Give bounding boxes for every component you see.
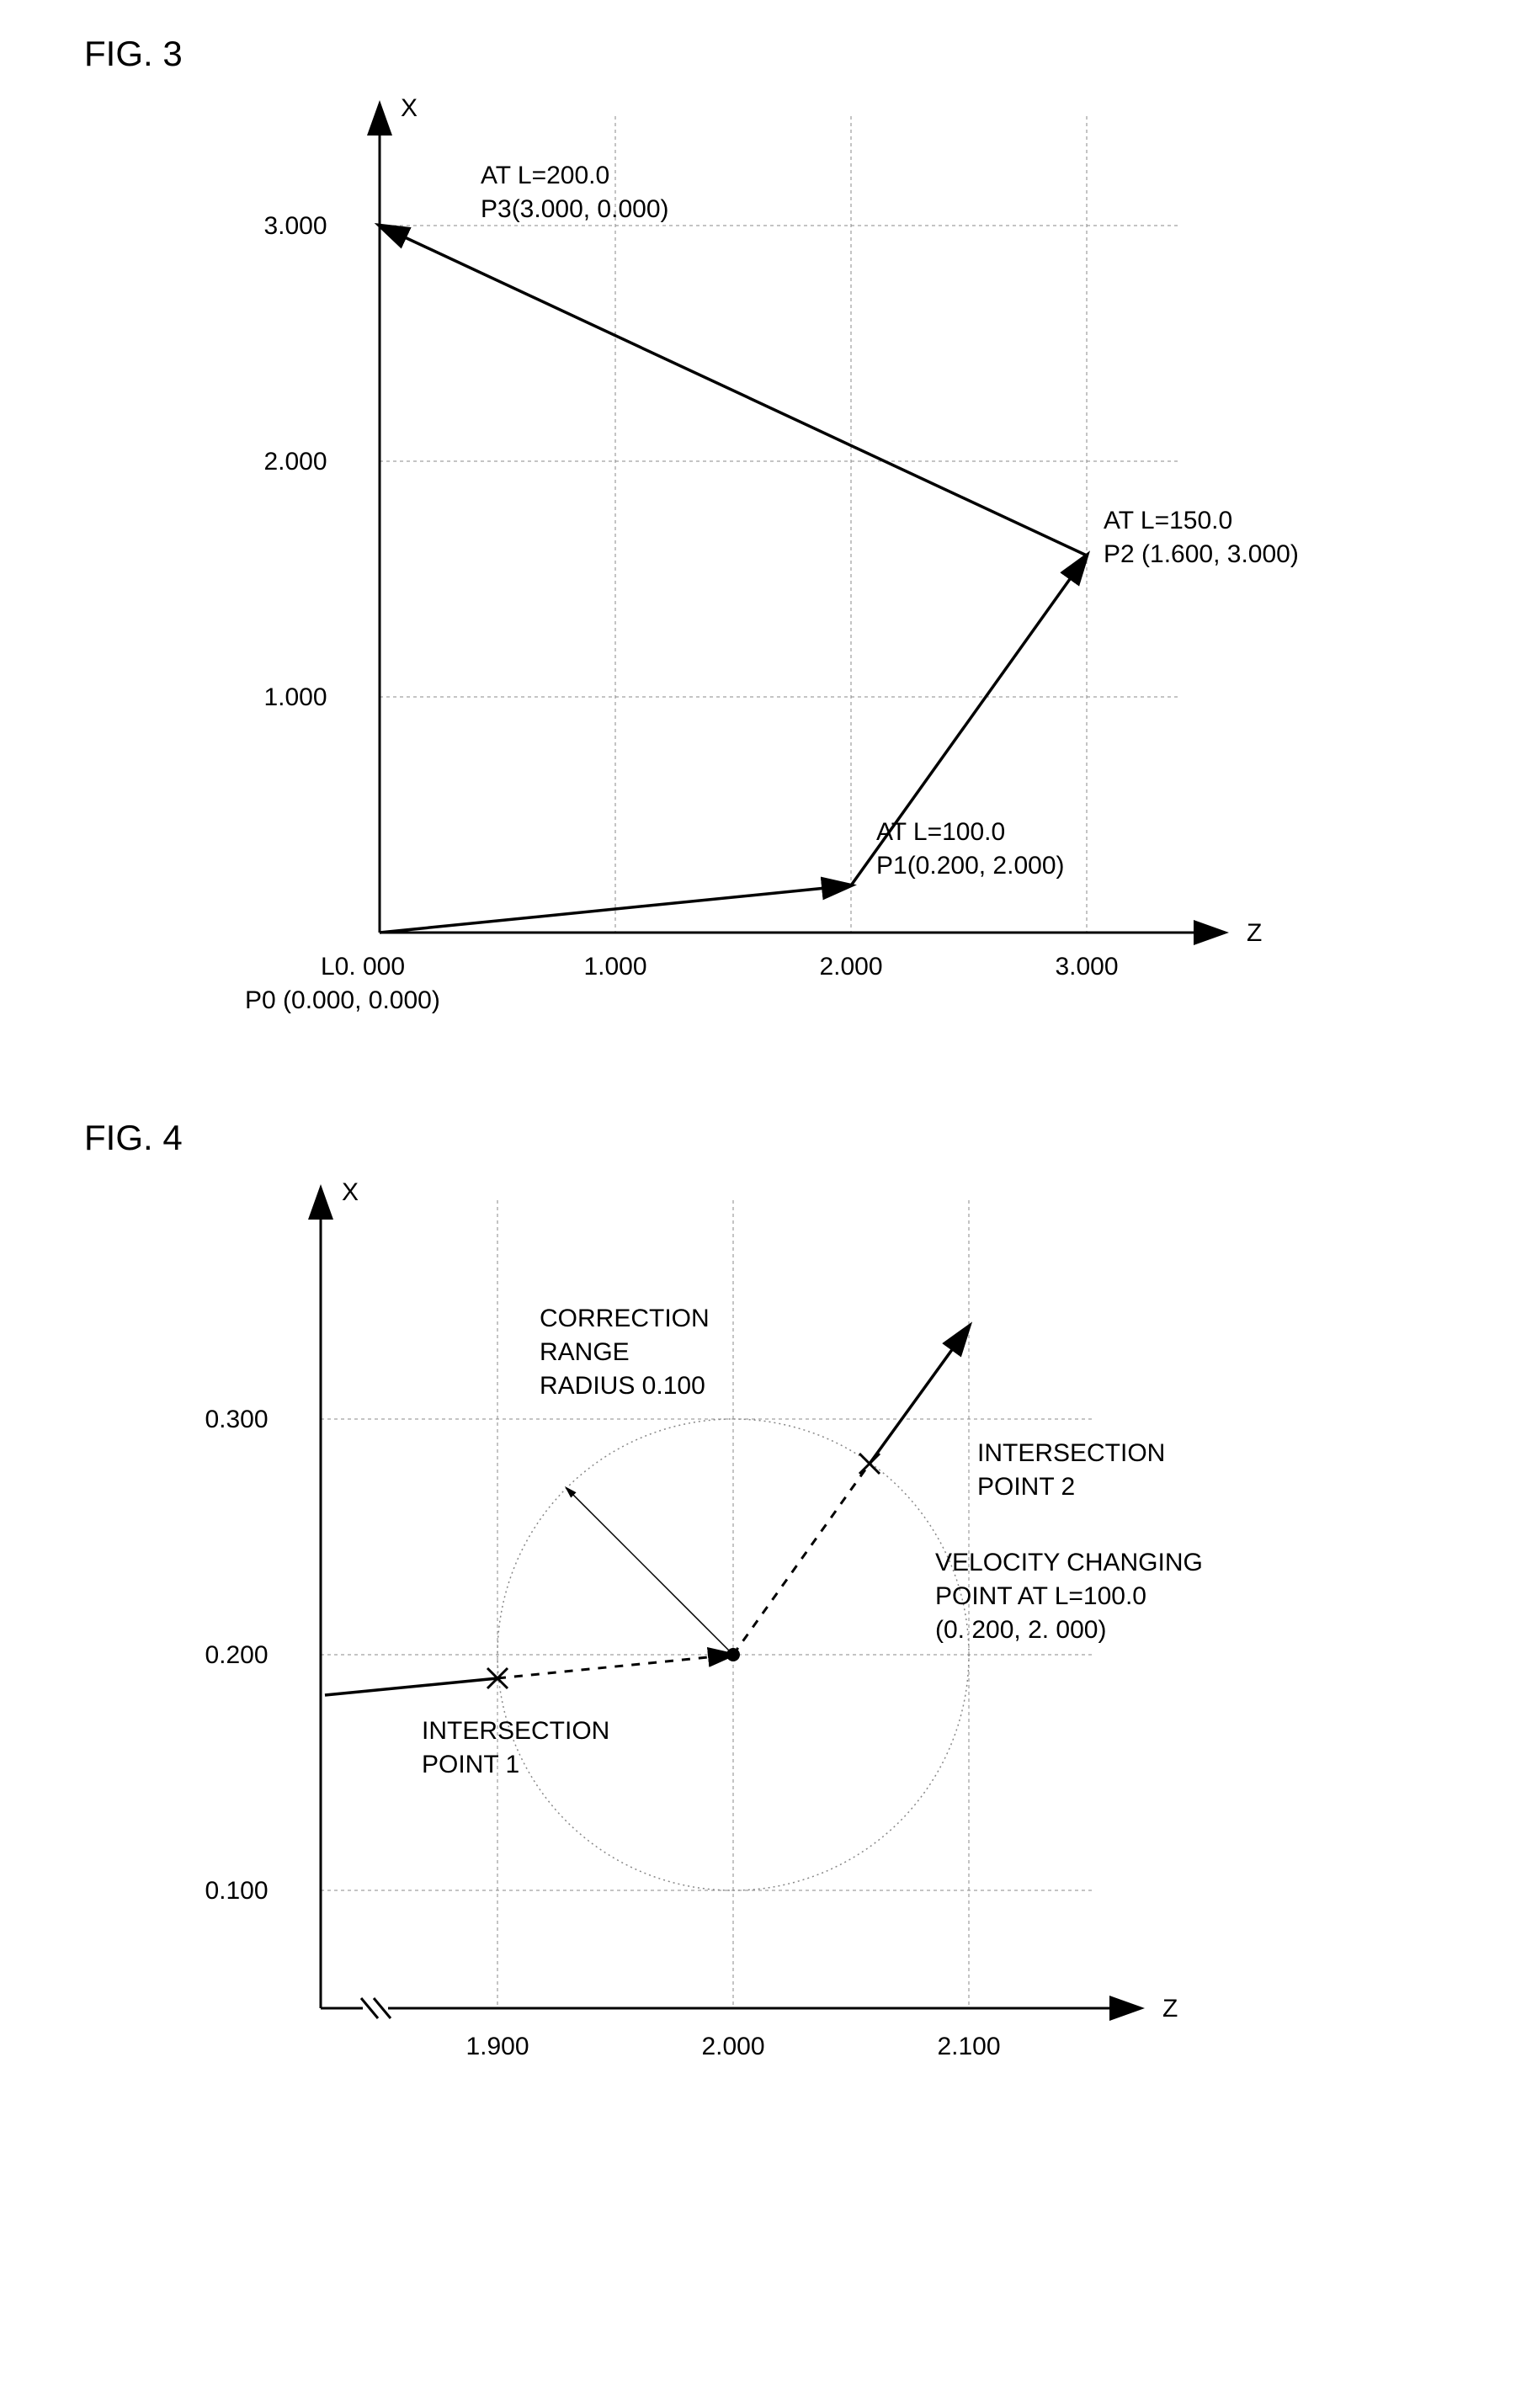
fig4-ztick-3: 2.100	[937, 2033, 1000, 2060]
fig4-ztick-2: 2.000	[701, 2033, 764, 2060]
seg-out-solid	[870, 1326, 969, 1464]
figure-4: FIG. 4	[34, 1118, 1482, 2134]
corr-label-1: CORRECTION	[540, 1305, 710, 1332]
seg-out-dashed	[733, 1464, 870, 1655]
fig3-xtick-3: 3.000	[263, 212, 327, 240]
fig3-p3-l: AT L=200.0	[481, 162, 609, 189]
ip1-a: INTERSECTION	[422, 1717, 609, 1745]
fig3-ztick-2: 2.000	[819, 953, 882, 981]
seg-in-dashed	[497, 1655, 733, 1678]
vc-2: POINT AT L=100.0	[935, 1582, 1146, 1610]
vc-1: VELOCITY CHANGING	[935, 1549, 1203, 1576]
figure-3: FIG. 3 X Z	[34, 34, 1482, 1050]
fig3-p0-l: L0. 000	[320, 953, 404, 981]
corr-label-3: RADIUS 0.100	[540, 1372, 705, 1400]
fig4-svg: X Z 0.100 0.200 0.300 1.900 2.000 2.100	[127, 1167, 1390, 2134]
fig3-p1-l: AT L=100.0	[876, 818, 1005, 846]
corr-label-2: RANGE	[540, 1338, 630, 1366]
fig4-xtick-1: 0.100	[205, 1877, 268, 1905]
fig4-xtick-2: 0.200	[205, 1641, 268, 1669]
fig4-label: FIG. 4	[84, 1118, 1482, 1158]
fig4-chart-wrap: X Z 0.100 0.200 0.300 1.900 2.000 2.100	[34, 1167, 1482, 2134]
vc-3: (0. 200, 2. 000)	[935, 1616, 1106, 1644]
fig3-x-axis-label: X	[401, 94, 418, 122]
fig3-p1: P1(0.200, 2.000)	[876, 852, 1065, 880]
fig3-svg: X Z 1.000 2.000 3.000 1.000 2.000 3.000 …	[169, 82, 1348, 1050]
ip2-b: POINT 2	[977, 1473, 1075, 1501]
fig3-xtick-2: 2.000	[263, 448, 327, 476]
fig4-z-axis-label: Z	[1162, 1995, 1178, 2023]
fig4-xtick-3: 0.300	[205, 1406, 268, 1433]
fig3-xtick-1: 1.000	[263, 683, 327, 711]
fig3-p3: P3(3.000, 0.000)	[481, 195, 669, 223]
fig4-x-axis-label: X	[342, 1178, 359, 1206]
seg-in-solid	[325, 1678, 497, 1695]
fig3-ztick-3: 3.000	[1055, 953, 1118, 981]
radius-arrow	[567, 1488, 733, 1655]
fig3-ztick-1: 1.000	[583, 953, 646, 981]
fig4-ztick-1: 1.900	[465, 2033, 529, 2060]
fig3-p2-l: AT L=150.0	[1104, 507, 1232, 534]
fig3-p2: P2 (1.600, 3.000)	[1104, 540, 1299, 568]
fig3-label: FIG. 3	[84, 34, 1482, 74]
ip1-b: POINT 1	[422, 1751, 519, 1778]
fig3-z-axis-label: Z	[1247, 919, 1262, 947]
fig3-p0: P0 (0.000, 0.000)	[245, 986, 440, 1014]
ip2-a: INTERSECTION	[977, 1439, 1165, 1467]
fig3-chart-wrap: X Z 1.000 2.000 3.000 1.000 2.000 3.000 …	[34, 82, 1482, 1050]
